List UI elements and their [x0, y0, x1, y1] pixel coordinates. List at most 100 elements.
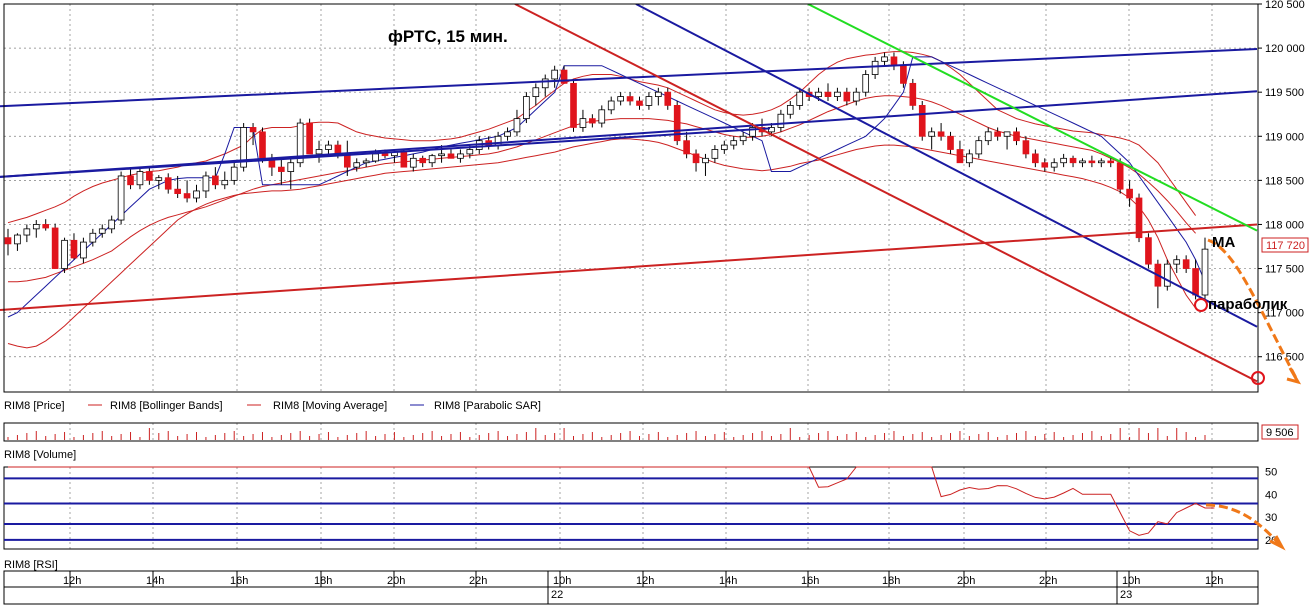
- candle-body: [438, 153, 445, 157]
- candle-body: [692, 153, 700, 164]
- candle-body: [739, 135, 747, 142]
- candle-body: [966, 153, 973, 164]
- candle-body: [843, 91, 851, 102]
- candle: [4, 228, 12, 256]
- trendline: [0, 223, 1258, 311]
- price-tick-label: 116 500: [1265, 352, 1304, 364]
- candle-body: [541, 78, 549, 89]
- candle: [1145, 233, 1152, 269]
- candle: [617, 92, 624, 106]
- candle-body: [504, 131, 511, 137]
- candle-body: [852, 91, 860, 102]
- candle-body: [1192, 268, 1199, 296]
- rsi-tick-label: 40: [1265, 489, 1277, 501]
- candle-body: [1060, 157, 1067, 164]
- candle: [1182, 255, 1190, 273]
- candle-body: [457, 153, 464, 159]
- candle-body: [287, 162, 295, 172]
- candle-body: [1163, 263, 1171, 287]
- candle-body: [174, 188, 181, 194]
- candle: [711, 145, 719, 163]
- candle: [1173, 255, 1181, 273]
- candle: [1050, 158, 1058, 172]
- candle: [1013, 127, 1020, 146]
- candle-body: [1098, 160, 1105, 164]
- candle-body: [824, 91, 832, 97]
- candle-body: [353, 162, 361, 168]
- candle-body: [372, 153, 379, 162]
- candle: [212, 167, 219, 190]
- candle: [278, 158, 285, 185]
- candle-body: [636, 100, 643, 106]
- candle-body: [193, 190, 200, 199]
- candle: [362, 158, 370, 168]
- candle-body: [1032, 153, 1039, 164]
- time-tick-label: 12h: [636, 575, 654, 587]
- candle-body: [23, 228, 31, 236]
- candle-body: [589, 118, 596, 124]
- candle: [626, 92, 634, 106]
- day-tick-label: 23: [1120, 589, 1132, 601]
- candle: [409, 153, 417, 172]
- candle-body: [1182, 259, 1190, 269]
- candle: [862, 70, 870, 97]
- candle: [1135, 193, 1143, 243]
- candle: [692, 149, 700, 172]
- legend-parabolic-sar: RIM8 [Parabolic SAR]: [434, 400, 541, 412]
- candle-body: [890, 56, 898, 67]
- annotation-ma: MA: [1212, 234, 1235, 251]
- candle: [494, 131, 502, 150]
- candle-body: [862, 74, 870, 93]
- rsi-tick-label: 30: [1265, 512, 1277, 524]
- candle: [127, 167, 134, 190]
- candle-body: [306, 122, 313, 155]
- candle-body: [994, 131, 1001, 137]
- candle: [852, 87, 860, 106]
- candle: [523, 92, 530, 124]
- candle-body: [108, 219, 115, 230]
- candle: [457, 149, 464, 163]
- candle: [786, 101, 794, 119]
- candle-body: [673, 105, 681, 142]
- candle: [645, 92, 653, 110]
- day-tick-label: 22: [551, 589, 563, 601]
- candle: [513, 109, 521, 137]
- candle-body: [1088, 160, 1096, 164]
- candle: [937, 123, 945, 141]
- candle-body: [683, 140, 690, 155]
- candle: [966, 149, 973, 168]
- candle: [947, 131, 954, 154]
- mask-bottom: [0, 392, 1258, 396]
- candle: [579, 109, 587, 132]
- candle: [1060, 153, 1067, 168]
- candle-body: [815, 91, 822, 97]
- legend-bollinger: RIM8 [Bollinger Bands]: [110, 400, 223, 412]
- candle: [1079, 158, 1086, 168]
- current-price-box: 117 720: [1261, 237, 1309, 253]
- candle: [80, 237, 87, 264]
- candle-body: [362, 160, 370, 164]
- candle: [984, 127, 992, 146]
- candle-body: [1173, 259, 1181, 265]
- candle-body: [1041, 162, 1049, 168]
- current-price-label: 117 720: [1266, 240, 1305, 252]
- volume-panel: [7, 428, 1206, 440]
- candle: [117, 171, 125, 225]
- candle-body: [325, 144, 332, 150]
- time-tick-label: 20h: [957, 575, 975, 587]
- candle-body: [523, 96, 530, 120]
- time-tick-label: 12h: [1205, 575, 1223, 587]
- candle: [51, 223, 59, 269]
- candle-body: [626, 96, 634, 102]
- candle: [551, 65, 558, 88]
- candle-body: [1126, 188, 1133, 199]
- time-tick-label: 12h: [63, 575, 81, 587]
- candle-body: [278, 166, 285, 172]
- candle: [42, 219, 50, 231]
- time-tick-label: 16h: [230, 575, 248, 587]
- candle: [673, 101, 681, 146]
- candle-body: [871, 60, 879, 75]
- candle: [1201, 237, 1209, 300]
- candle-body: [956, 149, 964, 164]
- candle: [843, 87, 851, 106]
